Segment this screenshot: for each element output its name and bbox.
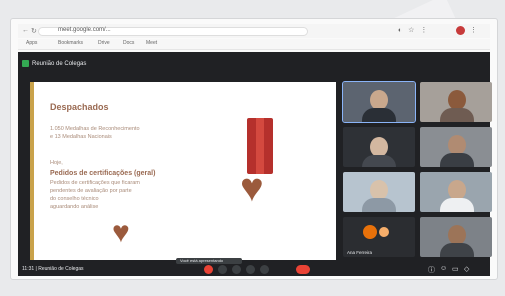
more-options-button[interactable]	[260, 265, 269, 274]
participant-tile[interactable]: Ana Ferreira	[343, 217, 415, 257]
slide-text-line: Hoje,	[50, 160, 63, 166]
avatar-secondary-icon	[379, 227, 389, 237]
bookmark-item[interactable]: Meet	[146, 40, 157, 46]
camera-button[interactable]	[218, 265, 227, 274]
slide-text-line: 1.050 Medalhas de Reconhecimento	[50, 126, 140, 132]
bookmark-item[interactable]: Bookmarks	[58, 40, 83, 46]
heart-medal-icon: ♥	[112, 216, 130, 249]
back-arrow-icon[interactable]: ←	[22, 27, 29, 34]
slide-text-line: e 13 Medalhas Nacionais	[50, 134, 112, 140]
participant-tile[interactable]	[420, 172, 492, 212]
slide-text-line: pendentes de avaliação por parte	[50, 188, 132, 194]
activities-icon[interactable]: ◇	[464, 265, 469, 273]
meet-logo-icon	[22, 60, 29, 67]
participant-tile[interactable]	[342, 81, 416, 123]
bookmark-item[interactable]: Drive	[98, 40, 110, 46]
participant-tile[interactable]	[420, 82, 492, 122]
address-text: meet.google.com/...	[58, 27, 111, 33]
avatar	[363, 225, 377, 239]
bookmark-item[interactable]: Docs	[123, 40, 134, 46]
people-icon[interactable]: ☺	[440, 265, 447, 272]
participant-name: Ana Ferreira	[347, 250, 373, 255]
slide-subheading: Pedidos de certificações (geral)	[50, 170, 156, 177]
info-icon[interactable]: ⓘ	[428, 265, 435, 275]
menu-dots-icon[interactable]: ⋮	[470, 26, 477, 34]
present-button[interactable]	[246, 265, 255, 274]
slide-heading: Despachados	[50, 102, 109, 112]
refresh-icon[interactable]: ↻	[31, 27, 37, 35]
participant-tile[interactable]	[343, 172, 415, 212]
slide-text-line: Pedidos de certificações que ficaram	[50, 180, 140, 186]
captions-button[interactable]	[232, 265, 241, 274]
slide-text-line: do conselho técnico	[50, 196, 99, 202]
participant-tile[interactable]	[420, 217, 492, 257]
participant-tile[interactable]	[343, 127, 415, 167]
profile-avatar-icon[interactable]	[456, 26, 465, 35]
end-call-button[interactable]	[296, 265, 310, 274]
extension-icons[interactable]: ◐ ☆ ⋮	[398, 26, 429, 34]
meeting-title: Reunião de Colegas	[32, 61, 87, 67]
mic-off-button[interactable]	[204, 265, 213, 274]
meeting-info: 11:31 | Reunião de Colegas	[22, 266, 84, 272]
participant-tile[interactable]	[420, 127, 492, 167]
bookmark-apps[interactable]: Apps	[26, 40, 37, 46]
chat-icon[interactable]: ▭	[452, 265, 459, 273]
bookmarks-bar: Apps Bookmarks Drive Docs Meet	[18, 39, 490, 50]
slide-text-line: aguardando análise	[50, 204, 99, 210]
heart-medal-icon: ♥	[240, 166, 264, 210]
presentation-slide: Despachados 1.050 Medalhas de Reconhecim…	[30, 82, 336, 260]
